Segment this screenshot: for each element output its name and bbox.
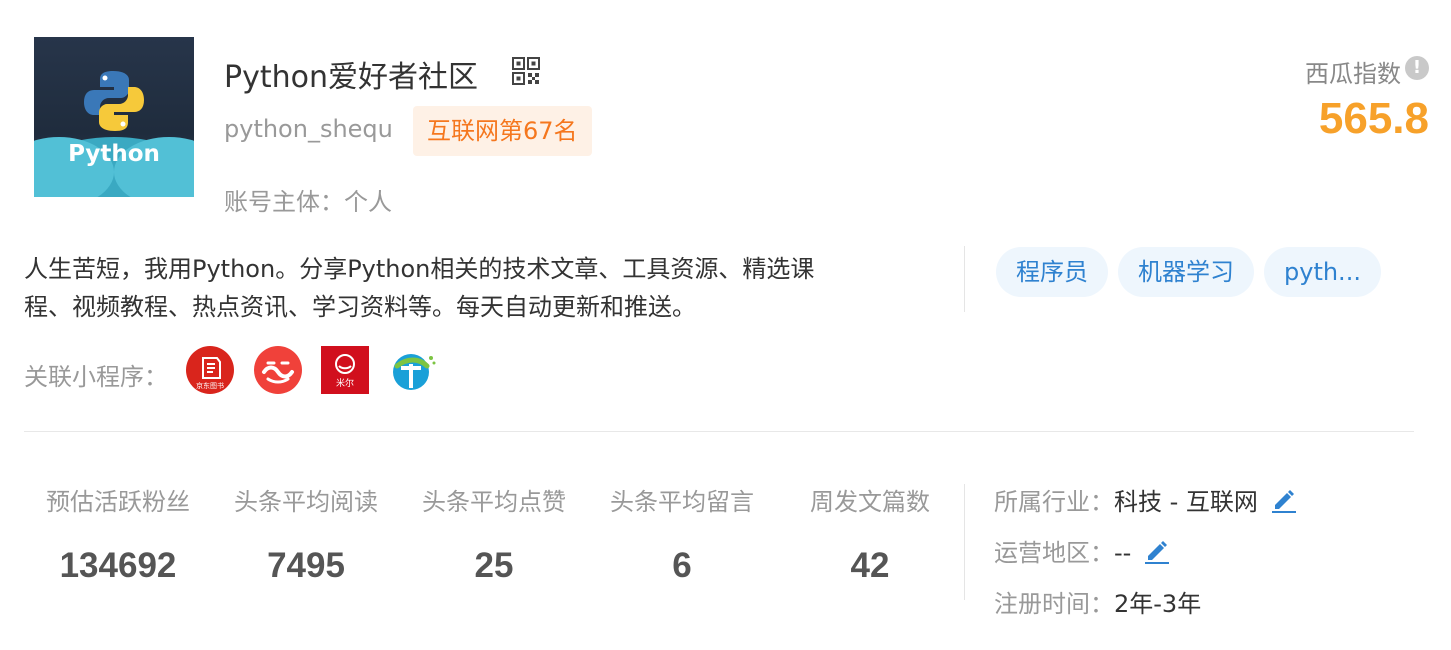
stat-value: 25 [474,546,514,585]
qr-code-icon[interactable] [512,57,540,85]
divider [964,484,965,600]
edit-industry-pencil-icon[interactable] [1270,486,1298,514]
account-name[interactable]: Python爱好者社区 [224,52,478,96]
stat-label: 预估活跃粉丝 [46,488,190,516]
index-value: 565.8 [1318,94,1429,143]
divider [964,246,965,312]
description-line: 程、视频教程、热点资讯、学习资料等。每天自动更新和推送。 [24,293,696,321]
dangdang-icon[interactable] [254,346,302,394]
stat-label: 头条平均点赞 [422,488,566,516]
registered-value: 2年-3年 [1114,590,1202,618]
stat-label: 头条平均阅读 [234,488,378,516]
info-icon[interactable]: ! [1405,56,1429,80]
tag-chip[interactable]: pyth... [1264,247,1381,297]
mini-red-icon[interactable]: 米尔 [321,346,369,394]
mini-programs-label: 关联小程序： [24,363,168,391]
account-description: 人生苦短，我用Python。分享Python相关的技术文章、工具资源、精选课 程… [24,250,904,326]
region-row: 运营地区：-- [994,533,1171,568]
account-entity: 账号主体：个人 [224,188,392,216]
stat-value: 134692 [59,546,177,585]
account-avatar: Python [34,37,194,197]
rank-badge[interactable]: 互联网第67名 [413,106,592,156]
stat-label: 周发文篇数 [810,488,930,516]
edit-region-pencil-icon[interactable] [1143,537,1171,565]
account-handle: python_shequ [224,115,393,143]
region-value: -- [1114,539,1132,567]
region-label: 运营地区： [994,539,1114,567]
index-label: 西瓜指数 [1305,60,1401,88]
description-line: 人生苦短，我用Python。分享Python相关的技术文章、工具资源、精选课 [24,255,815,283]
stat-label: 头条平均留言 [610,488,754,516]
tag-list: 程序员 机器学习 pyth... [996,247,1381,297]
section-divider [24,431,1414,432]
stat-value: 7495 [267,546,345,585]
tag-chip[interactable]: 机器学习 [1118,247,1254,297]
python-logo-icon [84,71,144,131]
mini-caption: 京东图书 [196,381,224,390]
stat-value: 6 [672,546,692,585]
registered-row: 注册时间：2年-3年 [994,584,1201,619]
industry-value: 科技 - 互联网 [1114,488,1258,516]
stat-value: 42 [850,546,890,585]
registered-label: 注册时间： [994,590,1114,618]
avatar-text: Python [68,141,160,167]
mini-caption: 米尔 [336,377,354,389]
globe-icon[interactable] [389,346,437,394]
industry-row: 所属行业：科技 - 互联网 [994,482,1298,517]
industry-label: 所属行业： [994,488,1114,516]
jd-books-icon[interactable]: 京东图书 [186,346,234,394]
tag-chip[interactable]: 程序员 [996,247,1108,297]
